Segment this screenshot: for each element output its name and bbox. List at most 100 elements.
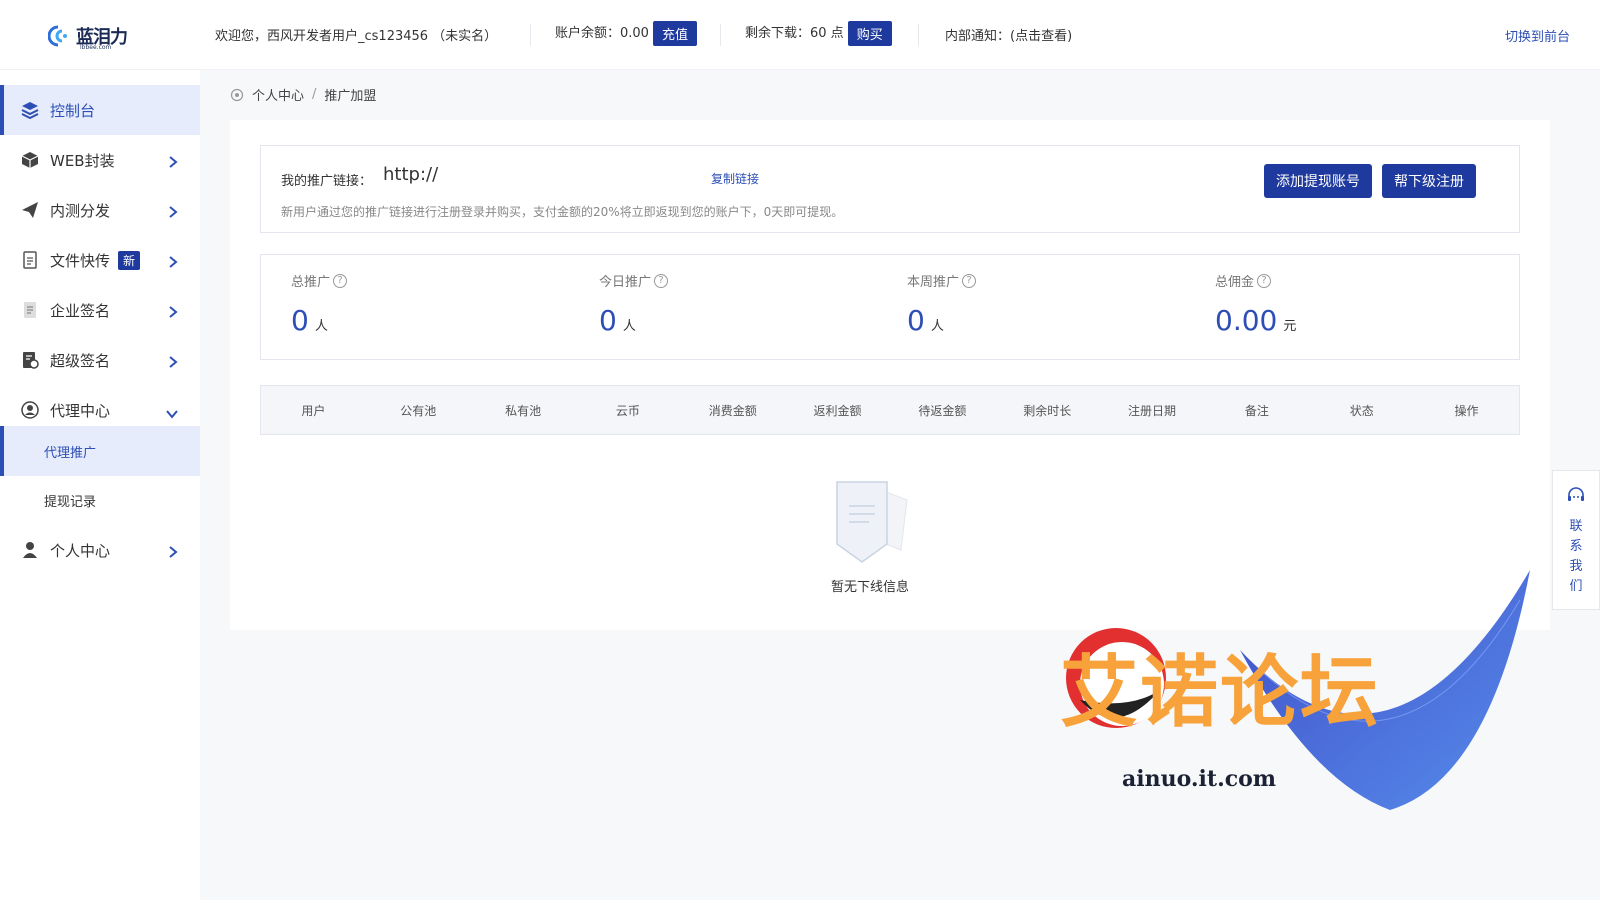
sidebar-subitem-withdraw-records[interactable]: 提现记录 [0,475,200,525]
chevron-right-icon [168,204,178,222]
column-header: 待返金额 [918,403,967,418]
header-divider [530,24,531,46]
sidebar-item-label: 超级签名 [50,351,111,370]
add-withdraw-account-button[interactable]: 添加提现账号 [1264,164,1372,198]
stat-week-promo: 本周推广? 0人 [907,271,977,337]
question-icon[interactable]: ? [962,273,977,288]
sidebar-item-beta-distribution[interactable]: 内测分发 [0,185,200,235]
question-icon[interactable]: ? [654,273,669,288]
sidebar-item-label: 内测分发 [50,201,111,220]
balance-group: 账户余额：0.00 充值 [555,21,697,46]
logo-subtext: lbbee.com [80,44,112,51]
send-icon [20,200,40,220]
top-header: 蓝泪力 lbbee.com 欢迎您，西风开发者用户_cs123456 （未实名）… [0,0,1600,70]
new-badge: 新 [118,250,141,270]
stat-label: 总推广 [291,275,331,290]
sidebar-item-file-transfer[interactable]: 文件快传 新 [0,235,200,285]
user-icon [20,540,40,560]
balance-label: 账户余额：0.00 [555,26,649,41]
stat-label: 今日推广 [599,275,652,290]
empty-document-icon [825,480,915,570]
column-header: 公有池 [400,403,437,418]
downloads-label: 剩余下载：60 点 [745,26,844,41]
sidebar-item-label: WEB封装 [50,151,115,170]
main-card: 我的推广链接： http:// 复制链接 新用户通过您的推广链接进行注册登录并购… [230,120,1550,630]
stat-unit: 人 [930,319,944,334]
column-header: 消费金额 [708,403,757,418]
stat-value: 0 [291,304,309,337]
header-divider [918,24,919,46]
file-icon [20,250,40,270]
sidebar-item-label: 代理中心 [50,401,111,420]
sidebar-item-super-sign[interactable]: 超级签名 [0,335,200,385]
sidebar-subitem-label: 提现记录 [44,494,97,510]
sidebar-item-personal-center[interactable]: 个人中心 [0,525,200,575]
headset-icon [1566,485,1586,509]
stat-total-promo: 总推广? 0人 [291,271,348,337]
forum-watermark: 艾诺论坛 ainuo.it.com [1060,570,1540,830]
sidebar-item-enterprise-sign[interactable]: 企业签名 [0,285,200,335]
sidebar-item-label: 企业签名 [50,301,111,320]
breadcrumb-separator: / [312,87,317,102]
logo-mark-icon [47,24,72,48]
sidebar-item-console[interactable]: 控制台 [0,85,200,135]
column-header: 私有池 [505,403,542,418]
recharge-button[interactable]: 充值 [652,21,697,46]
watermark-url: ainuo.it.com [1122,766,1277,792]
downloads-group: 剩余下载：60 点购买 [745,21,892,46]
stat-value: 0.00 [1215,304,1278,337]
chevron-down-icon [166,405,178,423]
sidebar-item-label: 文件快传 [50,251,111,270]
promo-link-box: 我的推广链接： http:// 复制链接 新用户通过您的推广链接进行注册登录并购… [260,145,1520,233]
promo-link-url: http:// [383,164,439,185]
column-header: 注册日期 [1128,403,1177,418]
location-icon [230,88,244,102]
chevron-right-icon [168,304,178,322]
box-icon [20,150,40,170]
copy-link-button[interactable]: 复制链接 [711,170,759,187]
stat-value: 0 [907,304,925,337]
buy-button[interactable]: 购买 [847,21,892,46]
stats-box: 总推广? 0人 今日推广? 0人 本周推广? 0人 总佣金? 0.00 元 [260,254,1520,360]
contact-us-float-button[interactable]: 联系我们 [1552,470,1600,610]
empty-state: 暂无下线信息 [790,480,950,595]
stat-label: 总佣金 [1215,275,1255,290]
column-header: 云币 [615,403,640,418]
sidebar-item-label: 个人中心 [50,541,111,560]
welcome-text: 欢迎您，西风开发者用户_cs123456 （未实名） [215,29,498,44]
question-icon[interactable]: ? [333,273,348,288]
header-divider [720,24,721,46]
breadcrumb-current: 推广加盟 [324,89,377,104]
switch-to-front-link[interactable]: 切换到前台 [1505,26,1570,45]
watermark-text: 艾诺论坛 [1060,648,1381,738]
chevron-right-icon [168,354,178,372]
sidebar: 控制台 WEB封装 内测分发 文件快传 新 企业签名 超级签名 代理中心 代理推… [0,70,200,900]
sidebar-item-label: 控制台 [50,101,96,120]
stat-unit: 人 [622,319,636,334]
column-header: 用户 [301,403,326,418]
question-icon[interactable]: ? [1257,273,1272,288]
column-header: 返利金额 [813,403,862,418]
stat-unit: 元 [1283,319,1297,334]
chevron-right-icon [168,154,178,172]
column-header: 备注 [1244,403,1269,418]
chevron-right-icon [168,544,178,562]
breadcrumb: 个人中心 / 推广加盟 [230,85,376,104]
chevron-right-icon [168,254,178,272]
help-register-button[interactable]: 帮下级注册 [1382,164,1476,198]
sidebar-subitem-agent-promo[interactable]: 代理推广 [0,426,200,476]
column-header: 剩余时长 [1023,403,1072,418]
column-header: 状态 [1349,403,1374,418]
stat-label: 本周推广 [907,275,960,290]
agent-icon [20,400,40,420]
empty-state-text: 暂无下线信息 [830,580,909,595]
table-header: 用户 公有池 私有池 云币 消费金额 返利金额 待返金额 剩余时长 注册日期 备… [260,385,1520,435]
internal-notice-link[interactable]: 内部通知：(点击查看) [945,25,1072,44]
promo-description: 新用户通过您的推广链接进行注册登录并购买，支付金额的20%将立即返现到您的账户下… [281,205,844,219]
breadcrumb-parent[interactable]: 个人中心 [252,85,304,104]
stat-today-promo: 今日推广? 0人 [599,271,669,337]
logo[interactable]: 蓝泪力 lbbee.com [47,22,128,51]
sidebar-item-web-wrap[interactable]: WEB封装 [0,135,200,185]
doc-icon [20,300,40,320]
stat-value: 0 [599,304,617,337]
